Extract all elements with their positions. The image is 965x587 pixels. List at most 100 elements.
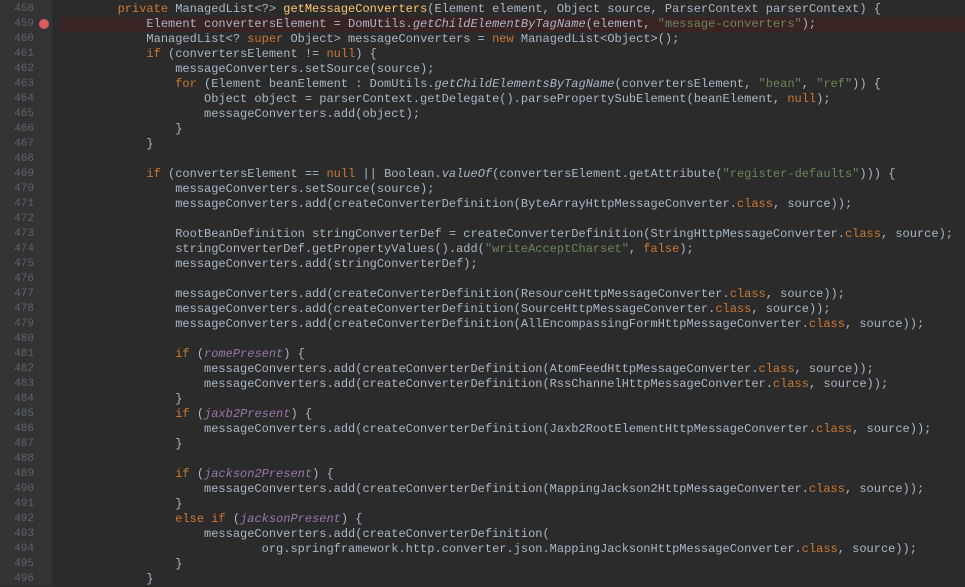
line-number[interactable]: 464 xyxy=(0,92,52,107)
code-line[interactable]: messageConverters.add(createConverterDef… xyxy=(60,482,965,497)
line-number[interactable]: 475 xyxy=(0,257,52,272)
line-number[interactable]: 493 xyxy=(0,527,52,542)
line-number[interactable]: 465 xyxy=(0,107,52,122)
code-line[interactable]: if (convertersElement != null) { xyxy=(60,47,965,62)
line-number[interactable]: 467 xyxy=(0,137,52,152)
line-number[interactable]: 463 xyxy=(0,77,52,92)
code-line[interactable]: messageConverters.add(createConverterDef… xyxy=(60,362,965,377)
line-number[interactable]: 485 xyxy=(0,407,52,422)
line-number[interactable]: 483 xyxy=(0,377,52,392)
token: messageConverters.add(createConverterDef… xyxy=(118,287,730,301)
code-line[interactable]: if (convertersElement == null || Boolean… xyxy=(60,167,965,182)
token: , source)); xyxy=(809,377,888,391)
line-number[interactable]: 480 xyxy=(0,332,52,347)
code-line[interactable]: messageConverters.add(createConverterDef… xyxy=(60,317,965,332)
line-number[interactable]: 459 xyxy=(0,17,52,32)
code-line[interactable]: } xyxy=(60,497,965,512)
code-line[interactable]: ManagedList<? super Object> messageConve… xyxy=(60,32,965,47)
code-line[interactable]: } xyxy=(60,572,965,586)
code-line[interactable]: } xyxy=(60,392,965,407)
gutter[interactable]: 4584594604614624634644654664674684694704… xyxy=(0,0,52,586)
line-number[interactable]: 472 xyxy=(0,212,52,227)
token: if xyxy=(118,47,161,61)
line-number[interactable]: 473 xyxy=(0,227,52,242)
code-line[interactable]: } xyxy=(60,122,965,137)
line-number[interactable]: 471 xyxy=(0,197,52,212)
line-number[interactable]: 494 xyxy=(0,542,52,557)
line-number[interactable]: 458 xyxy=(0,2,52,17)
token: , source)); xyxy=(852,422,931,436)
line-number[interactable]: 479 xyxy=(0,317,52,332)
code-line[interactable]: messageConverters.add(object); xyxy=(60,107,965,122)
code-line[interactable]: Element convertersElement = DomUtils.get… xyxy=(60,17,965,32)
code-line[interactable] xyxy=(60,332,965,347)
line-number[interactable]: 462 xyxy=(0,62,52,77)
code-line[interactable]: org.springframework.http.converter.json.… xyxy=(60,542,965,557)
code-line[interactable]: for (Element beanElement : DomUtils.getC… xyxy=(60,77,965,92)
line-number[interactable]: 477 xyxy=(0,287,52,302)
token: Object object = parserContext.getDelegat… xyxy=(118,92,788,106)
token: if xyxy=(118,347,190,361)
token: false xyxy=(643,242,679,256)
code-line[interactable]: } xyxy=(60,137,965,152)
token: if xyxy=(118,407,190,421)
line-number[interactable]: 468 xyxy=(0,152,52,167)
token: class xyxy=(809,317,845,331)
line-number[interactable]: 474 xyxy=(0,242,52,257)
line-number[interactable]: 491 xyxy=(0,497,52,512)
line-number[interactable]: 496 xyxy=(0,572,52,587)
code-line[interactable]: stringConverterDef.getPropertyValues().a… xyxy=(60,242,965,257)
line-number[interactable]: 466 xyxy=(0,122,52,137)
code-line[interactable] xyxy=(60,152,965,167)
code-line[interactable]: } xyxy=(60,437,965,452)
line-number[interactable]: 490 xyxy=(0,482,52,497)
line-number[interactable]: 478 xyxy=(0,302,52,317)
code-line[interactable]: messageConverters.add(createConverterDef… xyxy=(60,527,965,542)
code-line[interactable]: else if (jacksonPresent) { xyxy=(60,512,965,527)
code-line[interactable] xyxy=(60,452,965,467)
token: messageConverters.add(createConverterDef… xyxy=(118,302,716,316)
token: messageConverters.add(createConverterDef… xyxy=(118,377,773,391)
line-number[interactable]: 461 xyxy=(0,47,52,62)
token: romePresent xyxy=(204,347,283,361)
code-line[interactable]: messageConverters.setSource(source); xyxy=(60,62,965,77)
token: ) { xyxy=(312,467,334,481)
code-line[interactable]: RootBeanDefinition stringConverterDef = … xyxy=(60,227,965,242)
code-line[interactable]: messageConverters.add(createConverterDef… xyxy=(60,287,965,302)
line-number[interactable]: 476 xyxy=(0,272,52,287)
line-number[interactable]: 487 xyxy=(0,437,52,452)
line-number[interactable]: 489 xyxy=(0,467,52,482)
code-line[interactable]: messageConverters.add(createConverterDef… xyxy=(60,197,965,212)
code-line[interactable]: messageConverters.add(createConverterDef… xyxy=(60,377,965,392)
code-line[interactable] xyxy=(60,212,965,227)
line-number[interactable]: 492 xyxy=(0,512,52,527)
code-area[interactable]: private ManagedList<?> getMessageConvert… xyxy=(52,0,965,586)
code-line[interactable]: messageConverters.add(createConverterDef… xyxy=(60,422,965,437)
code-line[interactable]: if (romePresent) { xyxy=(60,347,965,362)
code-line[interactable]: messageConverters.add(createConverterDef… xyxy=(60,302,965,317)
code-line[interactable]: messageConverters.add(stringConverterDef… xyxy=(60,257,965,272)
line-number[interactable]: 495 xyxy=(0,557,52,572)
token: class xyxy=(802,542,838,556)
code-line[interactable]: } xyxy=(60,557,965,572)
code-line[interactable] xyxy=(60,272,965,287)
line-number[interactable]: 484 xyxy=(0,392,52,407)
code-line[interactable]: if (jaxb2Present) { xyxy=(60,407,965,422)
code-line[interactable]: Object object = parserContext.getDelegat… xyxy=(60,92,965,107)
code-line[interactable]: private ManagedList<?> getMessageConvert… xyxy=(60,2,965,17)
line-number[interactable]: 482 xyxy=(0,362,52,377)
code-line[interactable]: if (jackson2Present) { xyxy=(60,467,965,482)
token: ); xyxy=(679,242,693,256)
line-number[interactable]: 488 xyxy=(0,452,52,467)
token: , source)); xyxy=(773,197,852,211)
code-line[interactable]: messageConverters.setSource(source); xyxy=(60,182,965,197)
token: "writeAcceptCharset" xyxy=(485,242,629,256)
token: , source); xyxy=(881,227,953,241)
line-number[interactable]: 460 xyxy=(0,32,52,47)
code-editor[interactable]: 4584594604614624634644654664674684694704… xyxy=(0,0,965,586)
line-number[interactable]: 481 xyxy=(0,347,52,362)
line-number[interactable]: 486 xyxy=(0,422,52,437)
token: class xyxy=(809,482,845,496)
line-number[interactable]: 469 xyxy=(0,167,52,182)
line-number[interactable]: 470 xyxy=(0,182,52,197)
